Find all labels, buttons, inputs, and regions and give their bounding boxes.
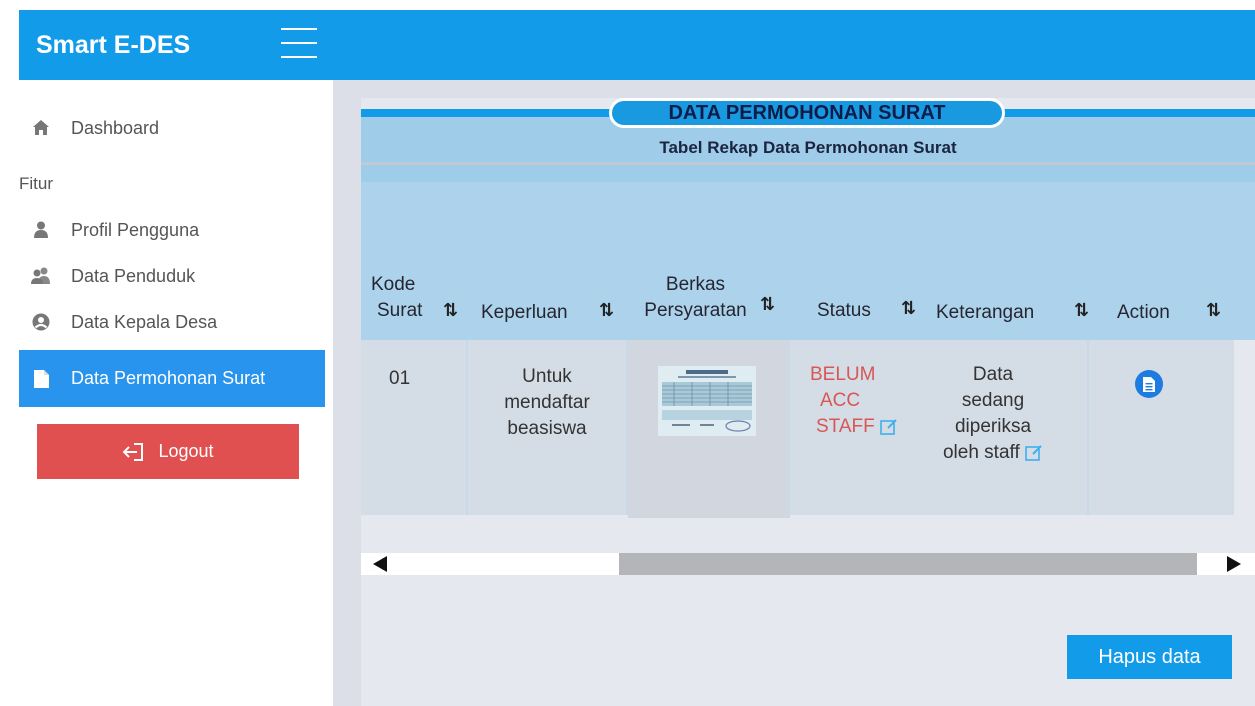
status-value: BELUM ACC STAFF <box>810 362 898 440</box>
sort-icon[interactable]: ⇅ <box>599 300 614 321</box>
keterangan-line: diperiksa <box>954 416 1032 437</box>
panel-title: DATA PERMOHONAN SURAT <box>609 98 1005 128</box>
cell-keperluan: Untuk mendaftar beasiswa <box>468 340 628 515</box>
status-line: STAFF <box>816 416 875 437</box>
sidebar-item-data-kepala-desa[interactable]: Data Kepala Desa <box>19 298 325 346</box>
header-text: Berkas <box>665 274 726 295</box>
edit-status-icon[interactable] <box>880 418 898 436</box>
sidebar-item-label: Data Permohonan Surat <box>71 368 266 388</box>
sidebar-item-label: Profil Pengguna <box>71 219 200 240</box>
sidebar-item-data-penduduk[interactable]: Data Penduduk <box>19 252 325 300</box>
user-icon <box>31 220 51 240</box>
column-header-kode-surat[interactable]: Kode Surat <box>371 272 422 324</box>
scroll-right-icon[interactable] <box>1227 556 1241 572</box>
keperluan-line: mendaftar <box>504 392 590 413</box>
status-line: BELUM <box>810 364 876 385</box>
table-row[interactable]: 01 Untuk mendaftar beasiswa BELUM ACC ST… <box>361 340 1234 518</box>
column-header-keterangan[interactable]: Keterangan <box>936 300 1034 326</box>
table-header: Kode Surat ⇅ Keperluan ⇅ Berkas Persyara… <box>361 182 1255 340</box>
sidebar-item-profil-pengguna[interactable]: Profil Pengguna <box>19 206 325 254</box>
view-document-icon[interactable] <box>1135 370 1163 398</box>
edit-keterangan-icon[interactable] <box>1025 444 1043 462</box>
keterangan-line: oleh staff <box>942 442 1020 463</box>
keperluan-value: Untuk mendaftar beasiswa <box>468 364 626 442</box>
keterangan-line: sedang <box>961 390 1025 411</box>
sort-icon[interactable]: ⇅ <box>760 294 775 315</box>
scroll-left-icon[interactable] <box>373 556 387 572</box>
keterangan-value: Data sedang diperiksa oleh staff <box>938 362 1048 466</box>
column-header-keperluan[interactable]: Keperluan <box>481 300 568 326</box>
berkas-thumbnail[interactable] <box>658 366 756 436</box>
brand-bar: Smart E-DES <box>19 10 333 80</box>
cell-kode: 01 <box>361 340 468 515</box>
sort-icon[interactable]: ⇅ <box>443 300 458 321</box>
panel-strip <box>361 165 1255 182</box>
panel-subtitle: Tabel Rekap Data Permohonan Surat <box>659 138 957 157</box>
logout-icon <box>123 442 144 461</box>
users-icon <box>31 266 51 286</box>
header-text: Kode <box>371 274 416 295</box>
kode-value: 01 <box>389 368 411 389</box>
sidebar-item-dashboard[interactable]: Dashboard <box>19 104 325 152</box>
logout-button[interactable]: Logout <box>37 424 299 479</box>
cell-status-keterangan: BELUM ACC STAFF Data sedang diperiksa ol… <box>790 340 1089 515</box>
keterangan-line: Data <box>972 364 1014 385</box>
file-icon <box>31 369 51 389</box>
header-text: Surat <box>377 300 423 321</box>
app-title: Smart E-DES <box>36 31 191 59</box>
sidebar: Smart E-DES Dashboard Fitur Profil Pengg… <box>0 0 333 706</box>
cell-action <box>1089 340 1234 515</box>
data-panel: DATA PERMOHONAN SURAT Tabel Rekap Data P… <box>361 98 1255 706</box>
sort-icon[interactable]: ⇅ <box>1074 300 1089 321</box>
column-header-action[interactable]: Action <box>1117 300 1170 326</box>
header-text: Persyaratan <box>644 300 747 321</box>
sidebar-item-data-permohonan-surat[interactable]: Data Permohonan Surat <box>19 350 325 407</box>
scrollbar-thumb[interactable] <box>619 553 1197 575</box>
cell-berkas <box>628 340 790 518</box>
sort-icon[interactable]: ⇅ <box>901 298 916 319</box>
keperluan-line: Untuk <box>522 366 572 387</box>
home-icon <box>31 118 51 138</box>
keperluan-line: beasiswa <box>507 418 587 439</box>
sidebar-item-label: Data Penduduk <box>71 265 196 286</box>
sidebar-item-label: Data Kepala Desa <box>71 311 218 332</box>
logout-label: Logout <box>158 441 214 461</box>
sidebar-item-label: Dashboard <box>71 117 160 138</box>
user-circle-icon <box>31 312 51 332</box>
main-content: DATA PERMOHONAN SURAT Tabel Rekap Data P… <box>333 80 1255 706</box>
status-line: ACC <box>820 390 861 411</box>
horizontal-scrollbar[interactable] <box>361 553 1255 575</box>
column-header-berkas-persyaratan[interactable]: Berkas Persyaratan <box>633 272 758 324</box>
hamburger-menu-icon[interactable] <box>281 26 317 62</box>
delete-data-button[interactable]: Hapus data <box>1067 635 1232 679</box>
sort-icon[interactable]: ⇅ <box>1206 300 1221 321</box>
section-label-fitur: Fitur <box>19 174 53 193</box>
top-bar <box>333 10 1255 80</box>
column-header-status[interactable]: Status <box>817 298 871 324</box>
